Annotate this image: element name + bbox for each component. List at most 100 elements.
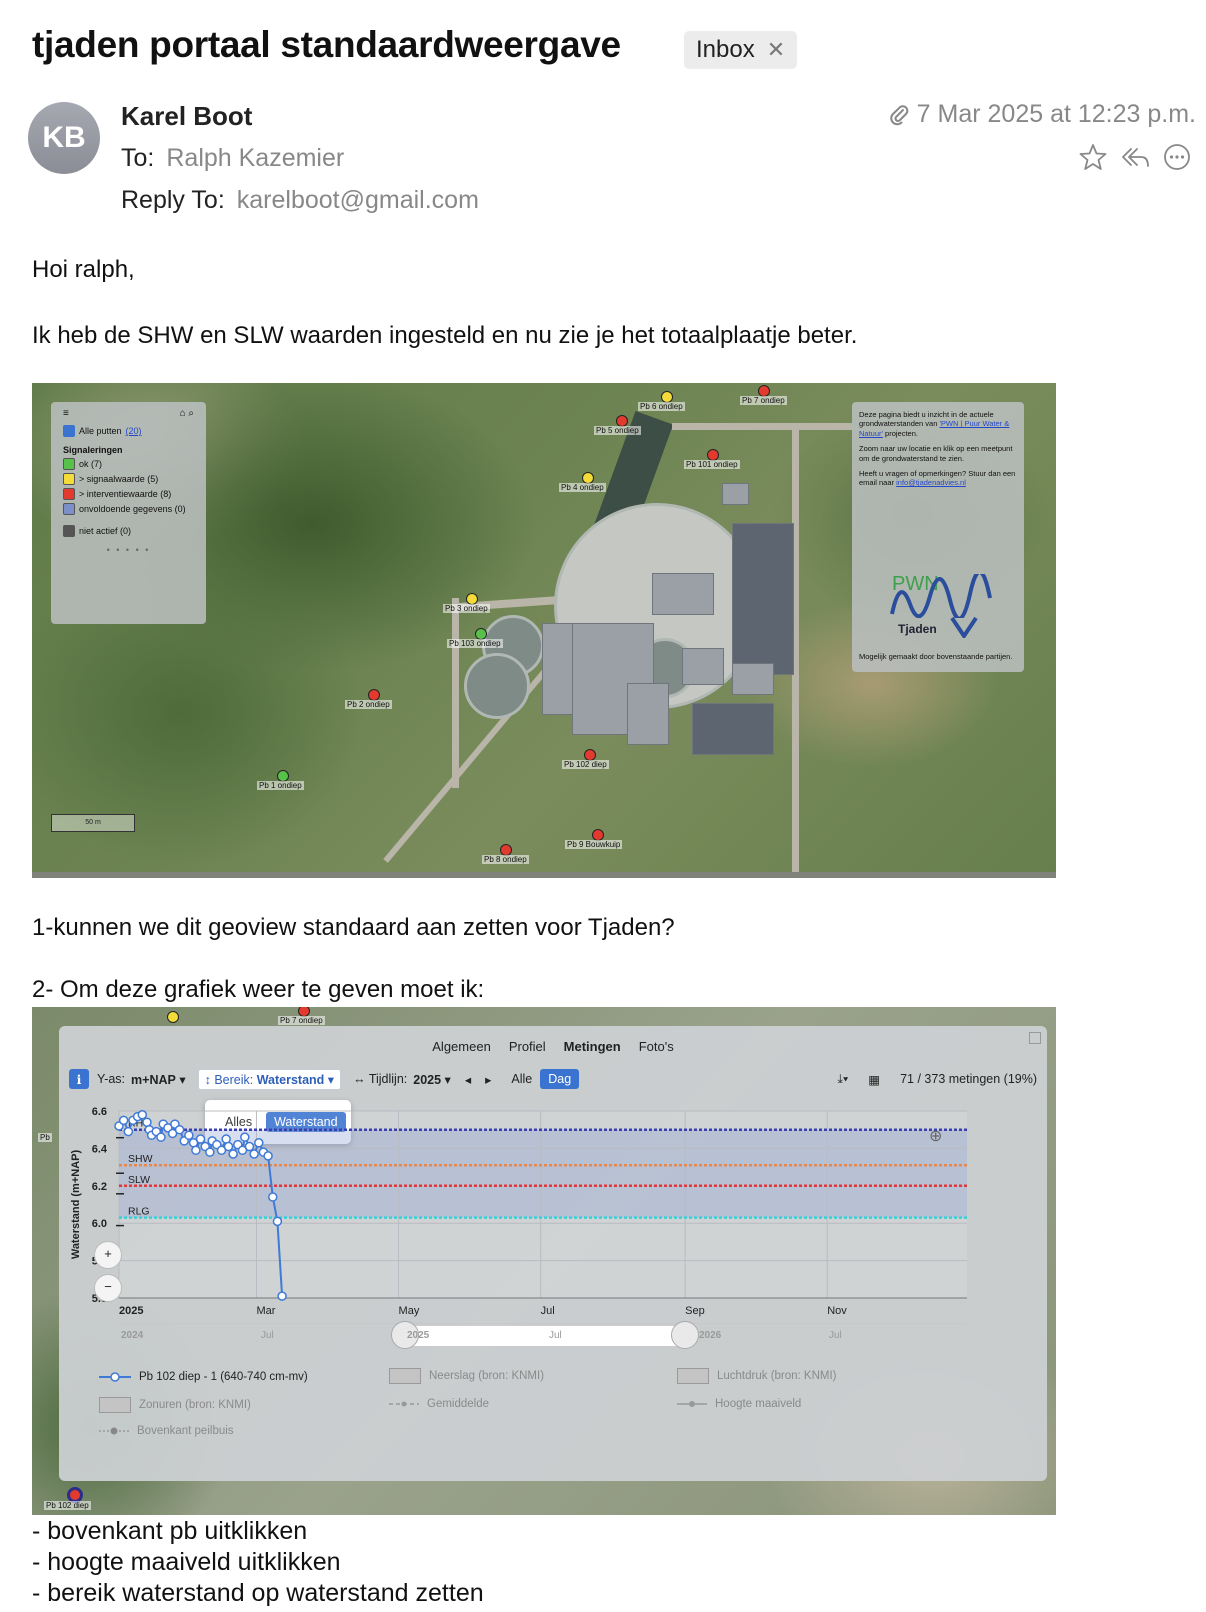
nav-label: 2026 xyxy=(699,1330,722,1341)
pin-label: Pb 1 ondiep xyxy=(257,781,304,790)
checkbox-icon[interactable] xyxy=(63,425,75,437)
remove-mailbox-icon[interactable]: ✕ xyxy=(767,37,785,63)
chart-screenshot: Pb 7 ondiep Pb Pb 102 diep Algemeen Prof… xyxy=(32,1007,1056,1515)
y-axis-title: Waterstand (m+NAP) xyxy=(70,1150,82,1260)
filter-intervention[interactable]: > interventiewaarde (8) xyxy=(63,488,194,500)
email-link[interactable]: info@tjadenadvies.nl xyxy=(896,478,966,487)
building xyxy=(627,683,669,745)
filter-insufficient-label: onvoldoende gegevens (0) xyxy=(79,504,186,514)
paperclip-icon xyxy=(889,104,908,125)
legend-luchtdruk[interactable]: Luchtdruk (bron: KNMI) xyxy=(677,1368,837,1384)
legend-label: Luchtdruk (bron: KNMI) xyxy=(717,1370,837,1382)
to-recipient[interactable]: Ralph Kazemier xyxy=(166,144,344,172)
layer-panel: ≡ ⌂ ⌕ Alle putten (20) Signaleringen ok … xyxy=(51,402,206,624)
info-footer: Mogelijk gemaakt door bovenstaande parti… xyxy=(859,652,1013,661)
data-point xyxy=(123,1126,134,1137)
checkbox-icon[interactable] xyxy=(63,525,75,537)
data-point xyxy=(249,1149,259,1159)
legend-neerslag[interactable]: Neerslag (bron: KNMI) xyxy=(389,1368,544,1384)
question-1: 1-kunnen we dit geoview standaard aan ze… xyxy=(32,914,675,941)
greeting: Hoi ralph, xyxy=(32,256,135,283)
legend-maaiveld[interactable]: Hoogte maaiveld xyxy=(677,1398,801,1410)
info-text-2: Zoom naar uw locatie en klik op een meet… xyxy=(859,444,1013,463)
checkbox-icon[interactable] xyxy=(63,488,75,500)
data-point xyxy=(272,1216,283,1227)
series-line-icon xyxy=(99,1372,131,1382)
pin-label: Pb 7 ondiep xyxy=(278,1016,325,1025)
to-label: To: xyxy=(121,144,155,172)
reply-to-label: Reply To: xyxy=(121,186,225,214)
data-point xyxy=(184,1130,194,1141)
info-panel: Deze pagina biedt u inzicht in de actuel… xyxy=(852,402,1024,672)
pager-dots[interactable]: • • • • • xyxy=(63,545,194,555)
geoview-screenshot: ≡ ⌂ ⌕ Alle putten (20) Signaleringen ok … xyxy=(32,383,1056,878)
paragraph-1: Ik heb de SHW en SLW waarden ingesteld e… xyxy=(32,322,858,349)
filter-signal[interactable]: > signaalwaarde (5) xyxy=(63,473,194,485)
building xyxy=(692,703,774,755)
legend-swatch xyxy=(389,1368,421,1384)
checkbox-icon[interactable] xyxy=(63,503,75,515)
y-tick-label: 6.0 xyxy=(92,1218,107,1230)
reply-to-line: Reply To: karelboot@gmail.com xyxy=(121,186,479,215)
legend-label: Hoogte maaiveld xyxy=(715,1398,802,1410)
reset-zoom-icon[interactable]: ⊕ xyxy=(929,1126,942,1146)
filter-ok-label: ok (7) xyxy=(79,459,103,469)
nav-label: Jul xyxy=(829,1330,842,1341)
filter-ok[interactable]: ok (7) xyxy=(63,458,194,470)
y-tick-label: 6.4 xyxy=(92,1143,108,1155)
data-point xyxy=(263,1151,273,1161)
data-point xyxy=(244,1141,255,1152)
zoom-in-button[interactable]: + xyxy=(94,1241,122,1269)
nav-label: Jul xyxy=(549,1330,562,1341)
sender-name[interactable]: Karel Boot xyxy=(121,101,252,132)
message-actions xyxy=(1076,140,1194,174)
filter-insufficient[interactable]: onvoldoende gegevens (0) xyxy=(63,503,194,515)
pin-label: Pb 6 ondiep xyxy=(638,402,685,411)
building xyxy=(732,663,774,695)
map-toolbar-strip xyxy=(32,872,1056,878)
pin-label: Pb 9 Bouwkuip xyxy=(565,840,623,849)
more-icon[interactable] xyxy=(1160,140,1194,174)
navigator-window[interactable] xyxy=(402,1326,684,1346)
all-wells-count[interactable]: (20) xyxy=(126,426,142,436)
menu-icon[interactable]: ≡ xyxy=(63,408,69,419)
road xyxy=(672,423,852,430)
legend-label: Gemiddelde xyxy=(427,1398,490,1410)
mailbox-badge[interactable]: Inbox ✕ xyxy=(684,31,798,69)
pin-label: Pb 4 ondiep xyxy=(559,483,606,492)
pwn-wave-icon xyxy=(890,574,992,618)
legend-peilbuis[interactable]: Bovenkant peilbuis xyxy=(99,1425,234,1437)
filter-inactive[interactable]: niet actief (0) xyxy=(63,525,194,537)
checkbox-icon[interactable] xyxy=(63,473,75,485)
x-tick-label: May xyxy=(399,1305,420,1317)
home-search-icons[interactable]: ⌂ ⌕ xyxy=(180,408,194,419)
round-tank xyxy=(464,653,530,719)
filter-signal-label: > signaalwaarde (5) xyxy=(79,474,159,484)
legend-gemiddelde[interactable]: Gemiddelde xyxy=(389,1398,489,1410)
filter-intervention-label: > interventiewaarde (8) xyxy=(79,489,172,499)
step-3: - bereik waterstand op waterstand zetten xyxy=(32,1579,484,1607)
data-point xyxy=(205,1147,215,1157)
avatar: KB xyxy=(28,102,100,174)
legend-label: Neerslag (bron: KNMI) xyxy=(429,1370,545,1382)
pin-label: Pb xyxy=(38,1133,52,1142)
reply-all-icon[interactable] xyxy=(1118,140,1152,174)
nav-label: 2025 xyxy=(407,1330,430,1341)
step-1: - bovenkant pb uitklikken xyxy=(32,1517,308,1545)
building xyxy=(652,573,714,615)
reference-label-rlg: RLG xyxy=(128,1206,150,1218)
legend-zonuren[interactable]: Zonuren (bron: KNMI) xyxy=(99,1397,251,1413)
pin-label: Pb 102 diep xyxy=(44,1501,91,1510)
nav-label: Jul xyxy=(261,1330,274,1341)
all-wells-toggle[interactable]: Alle putten (20) xyxy=(63,425,194,437)
legend-series[interactable]: Pb 102 diep - 1 (640-740 cm-mv) xyxy=(99,1371,308,1383)
checkbox-icon[interactable] xyxy=(63,458,75,470)
data-point xyxy=(156,1132,166,1142)
zoom-out-button[interactable]: − xyxy=(94,1274,122,1302)
dotted-line-icon xyxy=(99,1427,129,1435)
reply-to-address[interactable]: karelboot@gmail.com xyxy=(237,186,479,214)
navigator-handle-right[interactable] xyxy=(671,1321,699,1349)
pin-label: Pb 7 ondiep xyxy=(740,396,787,405)
star-icon[interactable] xyxy=(1076,140,1110,174)
data-point xyxy=(240,1132,250,1142)
